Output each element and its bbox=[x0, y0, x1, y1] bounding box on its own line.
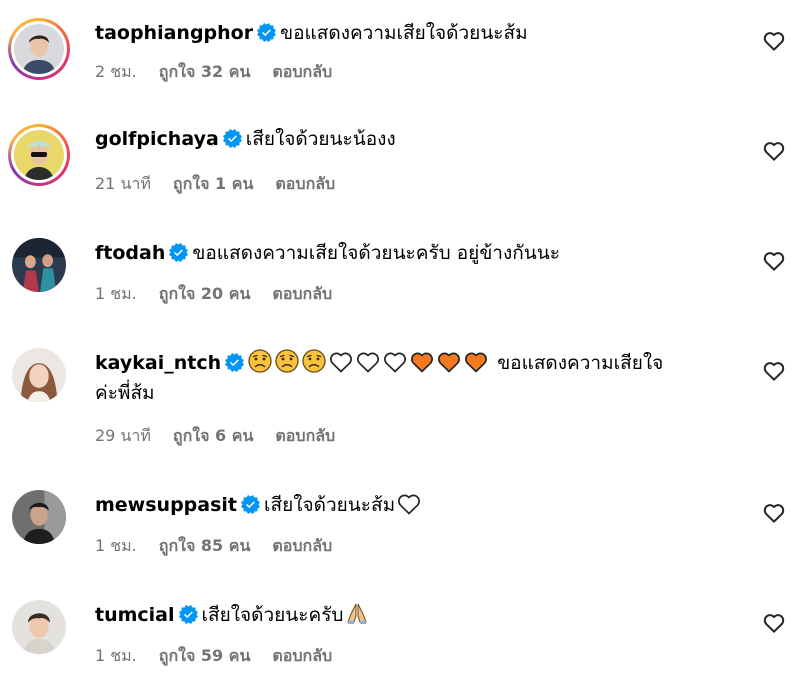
white-heart-emoji bbox=[356, 351, 380, 373]
like-heart-icon[interactable] bbox=[763, 503, 785, 523]
timestamp[interactable]: 1 ชม. bbox=[95, 646, 137, 665]
white-heart-emoji bbox=[397, 493, 421, 515]
like-heart-icon[interactable] bbox=[763, 31, 785, 51]
reply-button[interactable]: ตอบกลับ bbox=[272, 646, 332, 665]
verified-badge-icon bbox=[179, 605, 198, 624]
likes-count[interactable]: ถูกใจ 59 คน bbox=[159, 646, 251, 665]
like-heart-icon[interactable] bbox=[763, 141, 785, 161]
comment-item: taophiangphor ขอแสดงความเสียใจด้วยนะส้ม 2… bbox=[0, 18, 800, 118]
comment-item: golfpichaya เสียใจด้วยนะน้องง 21 นาที ถูกใ… bbox=[0, 124, 800, 224]
likes-count[interactable]: ถูกใจ 85 คน bbox=[159, 536, 251, 555]
avatar[interactable] bbox=[8, 344, 70, 406]
avatar[interactable] bbox=[8, 596, 70, 658]
likes-count[interactable]: ถูกใจ 6 คน bbox=[173, 426, 253, 445]
timestamp[interactable]: 1 ชม. bbox=[95, 536, 137, 555]
timestamp[interactable]: 21 นาที bbox=[95, 174, 151, 193]
comment-meta: 29 นาที ถูกใจ 6 คน ตอบกลับ bbox=[95, 425, 357, 447]
comment-meta: 1 ชม. ถูกใจ 59 คน ตอบกลับ bbox=[95, 645, 354, 667]
avatar[interactable] bbox=[8, 18, 70, 80]
username[interactable]: ftodah bbox=[95, 242, 165, 264]
comment-text: เสียใจด้วยนะน้องง bbox=[245, 128, 396, 150]
orange-heart-emoji bbox=[437, 351, 461, 373]
username[interactable]: golfpichaya bbox=[95, 128, 219, 150]
white-heart-emoji bbox=[329, 351, 353, 373]
verified-badge-icon bbox=[223, 129, 242, 148]
verified-badge-icon bbox=[241, 495, 260, 514]
timestamp[interactable]: 1 ชม. bbox=[95, 284, 137, 303]
username[interactable]: tumcial bbox=[95, 604, 175, 626]
avatar[interactable] bbox=[8, 486, 70, 548]
sad-face-emoji bbox=[302, 349, 326, 373]
profile-photo bbox=[14, 130, 64, 180]
verified-badge-icon bbox=[169, 243, 188, 262]
avatar[interactable] bbox=[8, 234, 70, 296]
comment-item: tumcial เสียใจด้วยนะครับ 1 ชม. ถูกใจ 59 คน… bbox=[0, 600, 800, 694]
profile-photo bbox=[12, 600, 66, 654]
likes-count[interactable]: ถูกใจ 32 คน bbox=[159, 62, 251, 81]
comment-meta: 1 ชม. ถูกใจ 20 คน ตอบกลับ bbox=[95, 283, 354, 305]
timestamp[interactable]: 2 ชม. bbox=[95, 62, 137, 81]
reply-button[interactable]: ตอบกลับ bbox=[272, 284, 332, 303]
likes-count[interactable]: ถูกใจ 1 คน bbox=[173, 174, 253, 193]
orange-heart-emoji bbox=[464, 351, 488, 373]
username[interactable]: mewsuppasit bbox=[95, 494, 237, 516]
username[interactable]: kaykai_ntch bbox=[95, 352, 221, 374]
likes-count[interactable]: ถูกใจ 20 คน bbox=[159, 284, 251, 303]
comment-text: เสียใจด้วยนะส้ม bbox=[264, 494, 396, 516]
profile-photo bbox=[12, 238, 66, 292]
comment-text: ขอแสดงความเสียใจ bbox=[497, 352, 664, 374]
comment-text: เสียใจด้วยนะครับ bbox=[201, 604, 344, 626]
reply-button[interactable]: ตอบกลับ bbox=[272, 536, 332, 555]
profile-photo bbox=[14, 24, 64, 74]
verified-badge-icon bbox=[225, 353, 244, 372]
comment-meta: 2 ชม. ถูกใจ 32 คน ตอบกลับ bbox=[95, 61, 354, 83]
comment-item: ftodah ขอแสดงความเสียใจด้วยนะครับ อยู่ข้า… bbox=[0, 238, 800, 338]
comment-item: kaykai_ntch ขอแสดงความเสียใจค่ะพี่ส้ม 29… bbox=[0, 348, 800, 458]
orange-heart-emoji bbox=[410, 351, 434, 373]
folded-hands-emoji bbox=[345, 601, 369, 625]
profile-photo bbox=[12, 348, 66, 402]
username[interactable]: taophiangphor bbox=[95, 22, 253, 44]
sad-face-emoji bbox=[275, 349, 299, 373]
verified-badge-icon bbox=[257, 23, 276, 42]
like-heart-icon[interactable] bbox=[763, 613, 785, 633]
like-heart-icon[interactable] bbox=[763, 361, 785, 381]
like-heart-icon[interactable] bbox=[763, 251, 785, 271]
comment-text-line-2: ค่ะพี่ส้ม bbox=[95, 382, 155, 404]
comment-meta: 21 นาที ถูกใจ 1 คน ตอบกลับ bbox=[95, 173, 357, 195]
reply-button[interactable]: ตอบกลับ bbox=[275, 174, 335, 193]
reply-button[interactable]: ตอบกลับ bbox=[272, 62, 332, 81]
comment-meta: 1 ชม. ถูกใจ 85 คน ตอบกลับ bbox=[95, 535, 354, 557]
timestamp[interactable]: 29 นาที bbox=[95, 426, 151, 445]
avatar[interactable] bbox=[8, 124, 70, 186]
profile-photo bbox=[12, 490, 66, 544]
reply-button[interactable]: ตอบกลับ bbox=[275, 426, 335, 445]
white-heart-emoji bbox=[383, 351, 407, 373]
comment-text: ขอแสดงความเสียใจด้วยนะครับ อยู่ข้างกันนะ bbox=[192, 242, 560, 264]
sad-face-emoji bbox=[248, 349, 272, 373]
comment-text: ขอแสดงความเสียใจด้วยนะส้ม bbox=[280, 22, 528, 44]
comment-item: mewsuppasit เสียใจด้วยนะส้ม 1 ชม. ถูกใจ 85… bbox=[0, 490, 800, 590]
